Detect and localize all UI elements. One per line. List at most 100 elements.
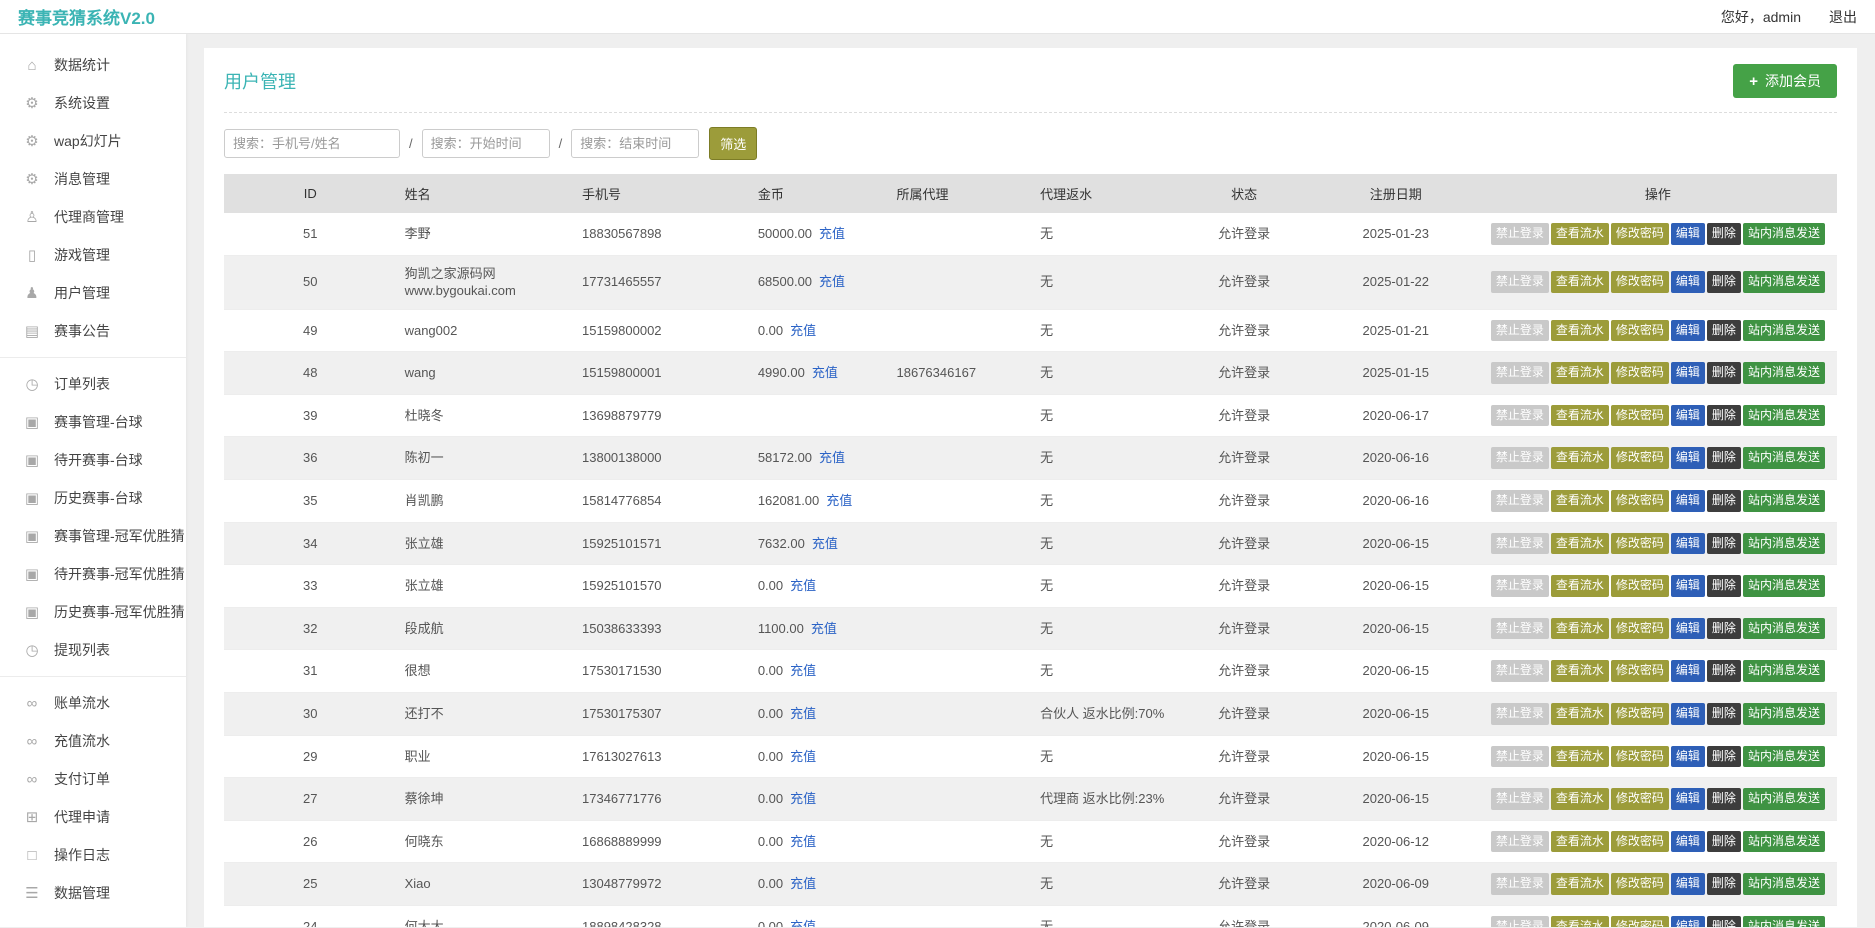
ban-login-button[interactable]: 禁止登录 [1491, 618, 1549, 640]
send-message-button[interactable]: 站内消息发送 [1743, 660, 1825, 682]
ban-login-button[interactable]: 禁止登录 [1491, 916, 1549, 927]
change-password-button[interactable]: 修改密码 [1611, 660, 1669, 682]
send-message-button[interactable]: 站内消息发送 [1743, 533, 1825, 555]
view-flow-button[interactable]: 查看流水 [1551, 320, 1609, 342]
recharge-link[interactable]: 充值 [790, 578, 816, 593]
edit-button[interactable]: 编辑 [1671, 320, 1705, 342]
ban-login-button[interactable]: 禁止登录 [1491, 703, 1549, 725]
ban-login-button[interactable]: 禁止登录 [1491, 271, 1549, 293]
edit-button[interactable]: 编辑 [1671, 533, 1705, 555]
sidebar-item-2-3[interactable]: ⊞代理申请 [0, 798, 186, 836]
ban-login-button[interactable]: 禁止登录 [1491, 405, 1549, 427]
view-flow-button[interactable]: 查看流水 [1551, 788, 1609, 810]
change-password-button[interactable]: 修改密码 [1611, 916, 1669, 927]
change-password-button[interactable]: 修改密码 [1611, 405, 1669, 427]
ban-login-button[interactable]: 禁止登录 [1491, 788, 1549, 810]
edit-button[interactable]: 编辑 [1671, 447, 1705, 469]
delete-button[interactable]: 删除 [1707, 362, 1741, 384]
recharge-link[interactable]: 充值 [790, 663, 816, 678]
view-flow-button[interactable]: 查看流水 [1551, 223, 1609, 245]
send-message-button[interactable]: 站内消息发送 [1743, 788, 1825, 810]
ban-login-button[interactable]: 禁止登录 [1491, 873, 1549, 895]
sidebar-item-0-5[interactable]: ▯游戏管理 [0, 236, 186, 274]
view-flow-button[interactable]: 查看流水 [1551, 703, 1609, 725]
sidebar-item-0-0[interactable]: ⌂数据统计 [0, 46, 186, 84]
recharge-link[interactable]: 充值 [790, 834, 816, 849]
recharge-link[interactable]: 充值 [819, 226, 845, 241]
sidebar-item-2-1[interactable]: ∞充值流水 [0, 722, 186, 760]
edit-button[interactable]: 编辑 [1671, 703, 1705, 725]
ban-login-button[interactable]: 禁止登录 [1491, 746, 1549, 768]
sidebar-item-1-5[interactable]: ▣待开赛事-冠军优胜猜 [0, 555, 186, 593]
send-message-button[interactable]: 站内消息发送 [1743, 831, 1825, 853]
change-password-button[interactable]: 修改密码 [1611, 223, 1669, 245]
view-flow-button[interactable]: 查看流水 [1551, 490, 1609, 512]
change-password-button[interactable]: 修改密码 [1611, 831, 1669, 853]
delete-button[interactable]: 删除 [1707, 490, 1741, 512]
delete-button[interactable]: 删除 [1707, 271, 1741, 293]
ban-login-button[interactable]: 禁止登录 [1491, 660, 1549, 682]
recharge-link[interactable]: 充值 [790, 791, 816, 806]
sidebar-item-1-2[interactable]: ▣待开赛事-台球 [0, 441, 186, 479]
sidebar-item-2-4[interactable]: □操作日志 [0, 836, 186, 874]
change-password-button[interactable]: 修改密码 [1611, 320, 1669, 342]
recharge-link[interactable]: 充值 [819, 274, 845, 289]
change-password-button[interactable]: 修改密码 [1611, 362, 1669, 384]
change-password-button[interactable]: 修改密码 [1611, 447, 1669, 469]
delete-button[interactable]: 删除 [1707, 788, 1741, 810]
change-password-button[interactable]: 修改密码 [1611, 533, 1669, 555]
recharge-link[interactable]: 充值 [790, 919, 816, 927]
sidebar-item-2-2[interactable]: ∞支付订单 [0, 760, 186, 798]
sidebar-item-2-0[interactable]: ∞账单流水 [0, 684, 186, 722]
change-password-button[interactable]: 修改密码 [1611, 746, 1669, 768]
delete-button[interactable]: 删除 [1707, 223, 1741, 245]
delete-button[interactable]: 删除 [1707, 320, 1741, 342]
change-password-button[interactable]: 修改密码 [1611, 271, 1669, 293]
delete-button[interactable]: 删除 [1707, 405, 1741, 427]
change-password-button[interactable]: 修改密码 [1611, 490, 1669, 512]
view-flow-button[interactable]: 查看流水 [1551, 447, 1609, 469]
recharge-link[interactable]: 充值 [790, 876, 816, 891]
send-message-button[interactable]: 站内消息发送 [1743, 490, 1825, 512]
edit-button[interactable]: 编辑 [1671, 405, 1705, 427]
ban-login-button[interactable]: 禁止登录 [1491, 447, 1549, 469]
ban-login-button[interactable]: 禁止登录 [1491, 362, 1549, 384]
recharge-link[interactable]: 充值 [826, 493, 852, 508]
delete-button[interactable]: 删除 [1707, 533, 1741, 555]
send-message-button[interactable]: 站内消息发送 [1743, 320, 1825, 342]
view-flow-button[interactable]: 查看流水 [1551, 831, 1609, 853]
view-flow-button[interactable]: 查看流水 [1551, 916, 1609, 927]
delete-button[interactable]: 删除 [1707, 873, 1741, 895]
view-flow-button[interactable]: 查看流水 [1551, 405, 1609, 427]
edit-button[interactable]: 编辑 [1671, 660, 1705, 682]
edit-button[interactable]: 编辑 [1671, 831, 1705, 853]
sidebar-item-1-6[interactable]: ▣历史赛事-冠军优胜猜 [0, 593, 186, 631]
recharge-link[interactable]: 充值 [812, 536, 838, 551]
edit-button[interactable]: 编辑 [1671, 271, 1705, 293]
view-flow-button[interactable]: 查看流水 [1551, 362, 1609, 384]
change-password-button[interactable]: 修改密码 [1611, 575, 1669, 597]
sidebar-item-0-7[interactable]: ▤赛事公告 [0, 312, 186, 350]
edit-button[interactable]: 编辑 [1671, 788, 1705, 810]
delete-button[interactable]: 删除 [1707, 660, 1741, 682]
send-message-button[interactable]: 站内消息发送 [1743, 873, 1825, 895]
ban-login-button[interactable]: 禁止登录 [1491, 490, 1549, 512]
recharge-link[interactable]: 充值 [790, 749, 816, 764]
delete-button[interactable]: 删除 [1707, 447, 1741, 469]
view-flow-button[interactable]: 查看流水 [1551, 271, 1609, 293]
view-flow-button[interactable]: 查看流水 [1551, 575, 1609, 597]
delete-button[interactable]: 删除 [1707, 575, 1741, 597]
edit-button[interactable]: 编辑 [1671, 223, 1705, 245]
edit-button[interactable]: 编辑 [1671, 873, 1705, 895]
recharge-link[interactable]: 充值 [790, 706, 816, 721]
ban-login-button[interactable]: 禁止登录 [1491, 831, 1549, 853]
ban-login-button[interactable]: 禁止登录 [1491, 533, 1549, 555]
send-message-button[interactable]: 站内消息发送 [1743, 223, 1825, 245]
view-flow-button[interactable]: 查看流水 [1551, 873, 1609, 895]
recharge-link[interactable]: 充值 [812, 365, 838, 380]
ban-login-button[interactable]: 禁止登录 [1491, 320, 1549, 342]
filter-button[interactable]: 筛选 [709, 127, 757, 160]
search-start-time-input[interactable] [422, 129, 550, 158]
edit-button[interactable]: 编辑 [1671, 490, 1705, 512]
change-password-button[interactable]: 修改密码 [1611, 703, 1669, 725]
